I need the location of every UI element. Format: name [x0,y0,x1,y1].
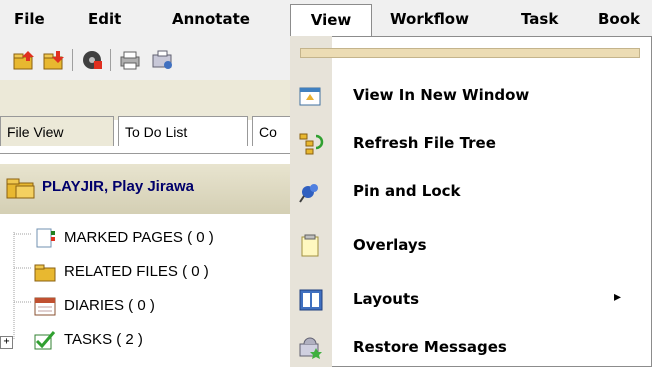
toolbar-separator [110,49,111,71]
submenu-arrow-icon: ▸ [614,289,622,305]
checkmark-icon [34,330,56,350]
menu-item-view-in-new-window[interactable]: View In New Window [292,72,652,120]
menu-item-label: Layouts [353,290,420,308]
tab-to-do-list[interactable]: To Do List [118,116,248,146]
menu-item-label: View In New Window [353,86,530,104]
menu-book[interactable]: Book [598,6,640,32]
menu-item-refresh-file-tree[interactable]: Refresh File Tree [292,120,652,168]
new-window-icon [298,84,324,108]
menu-view[interactable]: View [290,4,372,37]
file-title: PLAYJIR, Play Jirawa [42,178,195,195]
menu-view-label: View [310,11,352,29]
menu-annotate[interactable]: Annotate [172,6,250,32]
menu-item-overlays[interactable]: Overlays [292,222,652,270]
menu-item-label: Refresh File Tree [353,134,496,152]
tree-label: TASKS ( 2 ) [64,331,143,348]
refresh-tree-icon [298,132,324,156]
disc-icon[interactable] [80,49,104,71]
menu-workflow[interactable]: Workflow [390,6,469,32]
restore-messages-icon [298,336,324,360]
calendar-icon [34,296,56,316]
tree-label: RELATED FILES ( 0 ) [64,263,209,280]
tab-co[interactable]: Co [252,116,292,146]
menu-item-pin-and-lock[interactable]: Pin and Lock [292,168,652,216]
tree-label: DIARIES ( 0 ) [64,297,155,314]
folder-icon [34,262,56,282]
menu-task[interactable]: Task [521,6,558,32]
menu-item-label: Pin and Lock [353,182,461,200]
tab-file-view[interactable]: File View [0,116,114,146]
overlays-icon [298,234,324,258]
expand-icon[interactable]: + [0,336,13,349]
folder-icon [6,176,36,200]
menu-item-restore-messages[interactable]: Restore Messages [292,324,652,372]
menu-item-label: Restore Messages [353,338,507,356]
tree-label: MARKED PAGES ( 0 ) [64,229,214,246]
menu-item-layouts[interactable]: Layouts ▸ [292,276,652,324]
fax-icon[interactable] [150,49,174,71]
menu-file[interactable]: File [14,6,45,32]
menu-item-label: Overlays [353,236,427,254]
layouts-icon [298,288,324,312]
move-down-folder-icon[interactable] [42,49,66,71]
pin-icon [298,180,324,204]
tear-off-handle[interactable] [300,48,640,58]
marked-pages-icon [34,228,56,248]
move-up-folder-icon[interactable] [12,49,36,71]
print-icon[interactable] [118,49,142,71]
menu-edit[interactable]: Edit [88,6,121,32]
toolbar-separator [72,49,73,71]
